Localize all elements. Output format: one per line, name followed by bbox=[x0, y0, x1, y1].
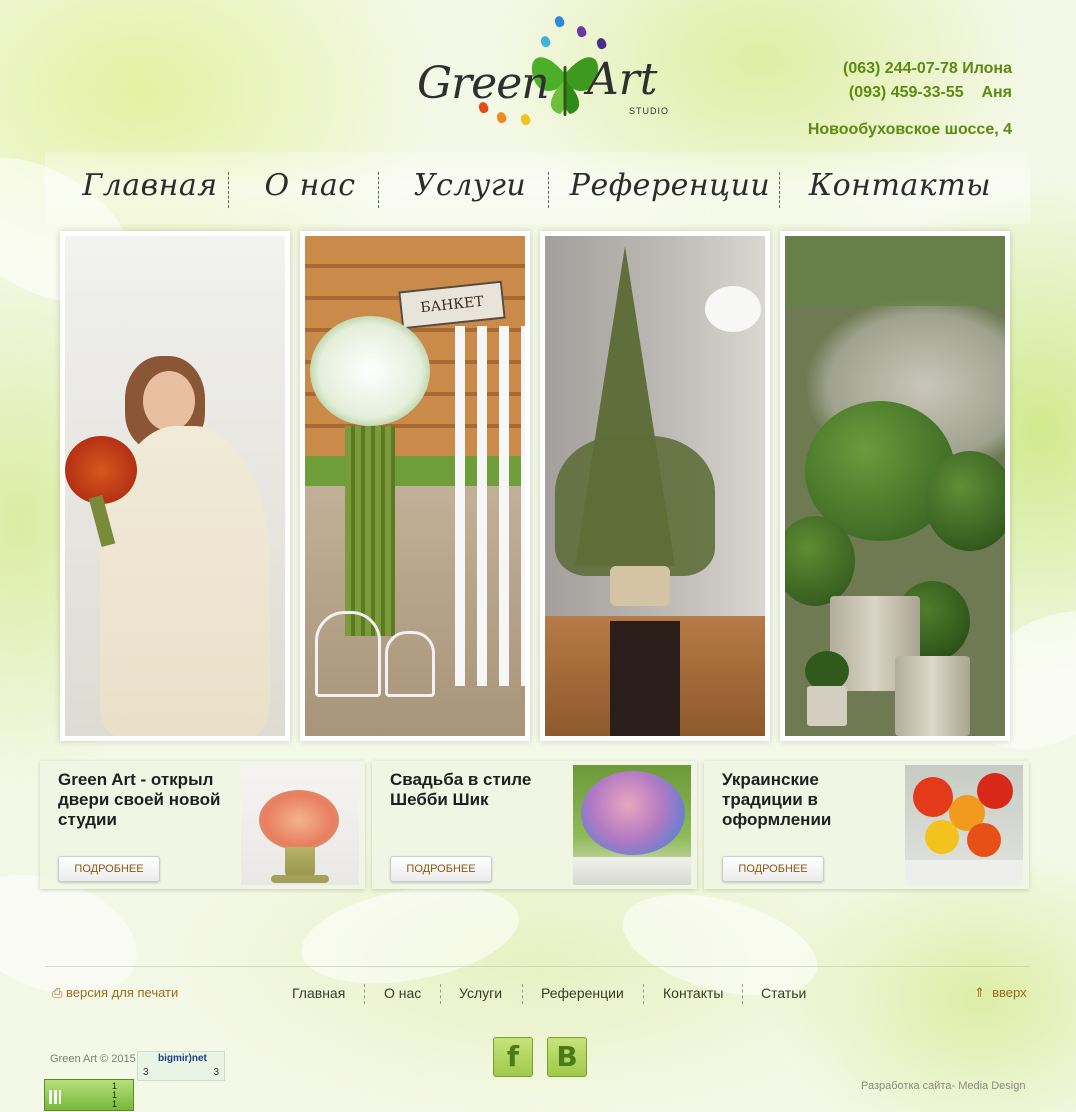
scroll-top-link[interactable]: ⇑ вверх bbox=[974, 985, 1027, 1001]
up-label: вверх bbox=[992, 985, 1027, 1000]
bigmir-counter[interactable]: bigmir)net 3 3 bbox=[137, 1051, 225, 1081]
phone-number[interactable]: (093) 459-33-55 bbox=[849, 84, 964, 101]
vk-icon[interactable]: B bbox=[547, 1037, 587, 1077]
stats-counter[interactable]: 1 1 1 bbox=[44, 1079, 134, 1111]
news-card[interactable]: Green Art - открыл двери своей новой сту… bbox=[40, 761, 365, 889]
footer-link-about[interactable]: О нас bbox=[384, 985, 421, 1001]
footer-divider-dot bbox=[742, 984, 743, 1004]
nav-divider bbox=[228, 172, 229, 208]
nav-item-contacts[interactable]: Контакты bbox=[800, 166, 1000, 206]
gallery-card[interactable] bbox=[60, 231, 290, 741]
counter-value: 3 bbox=[143, 1067, 149, 1078]
phone-name: Илона bbox=[962, 60, 1012, 77]
news-card[interactable]: Украинские традиции в оформлении ПОДРОБН… bbox=[704, 761, 1029, 889]
print-label: версия для печати bbox=[66, 985, 179, 1000]
gallery-photo-banquet: БАНКЕТ bbox=[305, 236, 525, 736]
nav-item-services[interactable]: Услуги bbox=[395, 166, 545, 206]
footer-link-contacts[interactable]: Контакты bbox=[663, 985, 723, 1001]
news-image-cake-flowers[interactable] bbox=[241, 765, 359, 885]
print-version-link[interactable]: ⎙ версия для печати bbox=[52, 985, 178, 1001]
news-title[interactable]: Свадьба в стиле Шебби Шик bbox=[390, 770, 560, 810]
gallery-photo-bride bbox=[65, 236, 285, 736]
logo-word-art: Art bbox=[587, 54, 658, 105]
gallery-photo-tree bbox=[545, 236, 765, 736]
address: Новообуховское шоссе, 4 bbox=[807, 121, 1012, 138]
news-image-gerberas[interactable] bbox=[905, 765, 1023, 885]
news-title[interactable]: Украинские традиции в оформлении bbox=[722, 770, 892, 830]
footer-divider-dot bbox=[643, 984, 644, 1004]
counter-value: 1 bbox=[111, 1099, 117, 1109]
nav-divider bbox=[779, 172, 780, 208]
bigmir-logo: bigmir)net bbox=[158, 1053, 207, 1064]
double-chevron-up-icon: ⇑ bbox=[974, 985, 985, 1000]
more-button[interactable]: ПОДРОБНЕЕ bbox=[390, 856, 492, 882]
news-image-shabby-bouquet[interactable] bbox=[573, 765, 691, 885]
news-title[interactable]: Green Art - открыл двери своей новой сту… bbox=[58, 770, 228, 830]
banket-sign: БАНКЕТ bbox=[398, 280, 506, 330]
facebook-icon[interactable]: f bbox=[493, 1037, 533, 1077]
logo-word-green: Green bbox=[417, 58, 550, 109]
butterfly-icon bbox=[495, 110, 508, 125]
main-nav: Главная О нас Услуги Референции Контакты bbox=[45, 152, 1030, 224]
site-logo[interactable]: Green Art STUDIO bbox=[415, 14, 675, 132]
nav-divider bbox=[548, 172, 549, 208]
footer-link-services[interactable]: Услуги bbox=[459, 985, 502, 1001]
copyright: Green Art © 2015 bbox=[50, 1053, 136, 1065]
contact-phones: (063) 244-07-78 Илона (093) 459-33-55 Ан… bbox=[843, 57, 1012, 105]
gallery-card[interactable]: БАНКЕТ bbox=[300, 231, 530, 741]
nav-divider bbox=[378, 172, 379, 208]
gallery-card[interactable] bbox=[780, 231, 1010, 741]
footer-divider bbox=[45, 966, 1030, 967]
phone-row: (093) 459-33-55 Аня bbox=[843, 81, 1012, 105]
gallery-card[interactable] bbox=[540, 231, 770, 741]
footer-link-home[interactable]: Главная bbox=[292, 985, 345, 1001]
printer-icon: ⎙ bbox=[52, 985, 63, 1000]
counter-value: 3 bbox=[213, 1067, 219, 1078]
footer-link-articles[interactable]: Статьи bbox=[761, 985, 806, 1001]
phone-name: Аня bbox=[981, 84, 1012, 101]
footer-link-references[interactable]: Референции bbox=[541, 985, 624, 1001]
more-button[interactable]: ПОДРОБНЕЕ bbox=[722, 856, 824, 882]
developer-credit[interactable]: Разработка сайта- Media Design bbox=[861, 1080, 1025, 1092]
gallery-photo-topiary bbox=[785, 236, 1005, 736]
phone-row: (063) 244-07-78 Илона bbox=[843, 57, 1012, 81]
footer-divider-dot bbox=[364, 984, 365, 1004]
nav-item-about[interactable]: О нас bbox=[245, 166, 375, 206]
nav-item-home[interactable]: Главная bbox=[70, 166, 230, 206]
bars-chart-icon bbox=[49, 1090, 61, 1104]
news-card[interactable]: Свадьба в стиле Шебби Шик ПОДРОБНЕЕ bbox=[372, 761, 697, 889]
more-button[interactable]: ПОДРОБНЕЕ bbox=[58, 856, 160, 882]
footer-divider-dot bbox=[522, 984, 523, 1004]
nav-item-references[interactable]: Референции bbox=[565, 166, 775, 206]
phone-number[interactable]: (063) 244-07-78 bbox=[843, 60, 958, 77]
footer-divider-dot bbox=[440, 984, 441, 1004]
bg-petal bbox=[293, 871, 527, 999]
logo-studio: STUDIO bbox=[629, 106, 670, 116]
